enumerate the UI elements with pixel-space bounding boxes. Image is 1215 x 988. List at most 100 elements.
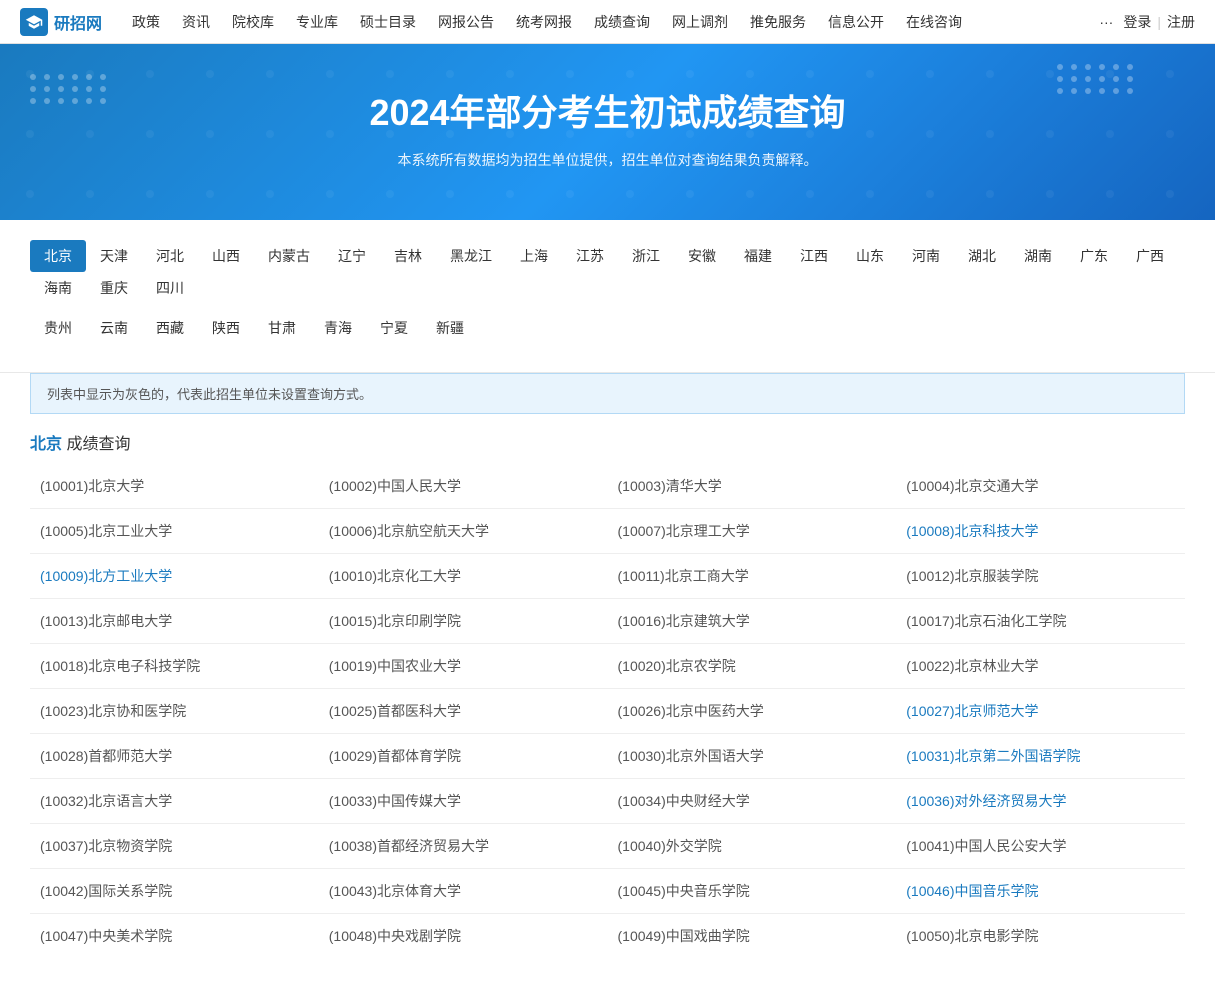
region-tab-河南[interactable]: 河南 (898, 240, 954, 272)
region-tab-江苏[interactable]: 江苏 (562, 240, 618, 272)
uni-cell-10049: (10049)中国戏曲学院 (608, 914, 897, 959)
region-tab-甘肃[interactable]: 甘肃 (254, 312, 310, 344)
table-row: (10001)北京大学(10002)中国人民大学(10003)清华大学(1000… (30, 464, 1185, 509)
nav-item-online-transfer[interactable]: 网上调剂 (662, 0, 738, 44)
region-tab-宁夏[interactable]: 宁夏 (366, 312, 422, 344)
region-row-1: 北京天津河北山西内蒙古辽宁吉林黑龙江上海江苏浙江安徽福建江西山东河南湖北湖南广东… (30, 240, 1185, 304)
region-tab-湖北[interactable]: 湖北 (954, 240, 1010, 272)
uni-cell-10027[interactable]: (10027)北京师范大学 (896, 689, 1185, 734)
region-tab-海南[interactable]: 海南 (30, 272, 86, 304)
uni-cell-10043: (10043)北京体育大学 (319, 869, 608, 914)
nav-item-news[interactable]: 资讯 (172, 0, 220, 44)
logo-text: 研招网 (54, 10, 102, 34)
uni-cell-10022: (10022)北京林业大学 (896, 644, 1185, 689)
navbar: 研招网 政策资讯院校库专业库硕士目录网报公告统考网报成绩查询网上调剂推免服务信息… (0, 0, 1215, 44)
region-tab-上海[interactable]: 上海 (506, 240, 562, 272)
nav-item-master-catalog[interactable]: 硕士目录 (350, 0, 426, 44)
section-title-suffix: 成绩查询 (66, 436, 130, 453)
region-tab-四川[interactable]: 四川 (142, 272, 198, 304)
login-link[interactable]: 登录 (1123, 12, 1151, 32)
auth-separator: | (1157, 14, 1161, 30)
uni-cell-10047: (10047)中央美术学院 (30, 914, 319, 959)
uni-cell-10026: (10026)北京中医药大学 (608, 689, 897, 734)
region-tab-安徽[interactable]: 安徽 (674, 240, 730, 272)
hero-banner: 2024年部分考生初试成绩查询 本系统所有数据均为招生单位提供，招生单位对查询结… (0, 44, 1215, 220)
region-tab-吉林[interactable]: 吉林 (380, 240, 436, 272)
uni-cell-10010: (10010)北京化工大学 (319, 554, 608, 599)
region-tab-天津[interactable]: 天津 (86, 240, 142, 272)
region-tab-新疆[interactable]: 新疆 (422, 312, 478, 344)
region-tab-浙江[interactable]: 浙江 (618, 240, 674, 272)
uni-cell-10005: (10005)北京工业大学 (30, 509, 319, 554)
region-tab-西藏[interactable]: 西藏 (142, 312, 198, 344)
region-tab-福建[interactable]: 福建 (730, 240, 786, 272)
nav-item-exemption[interactable]: 推免服务 (740, 0, 816, 44)
region-tab-山西[interactable]: 山西 (198, 240, 254, 272)
uni-link-10008[interactable]: (10008)北京科技大学 (906, 523, 1038, 539)
uni-cell-10009[interactable]: (10009)北方工业大学 (30, 554, 319, 599)
uni-cell-10003: (10003)清华大学 (608, 464, 897, 509)
nav-item-score-query[interactable]: 成绩查询 (584, 0, 660, 44)
region-tab-内蒙古[interactable]: 内蒙古 (254, 240, 324, 272)
table-row: (10023)北京协和医学院(10025)首都医科大学(10026)北京中医药大… (30, 689, 1185, 734)
region-tab-广西[interactable]: 广西 (1122, 240, 1178, 272)
uni-cell-10029: (10029)首都体育学院 (319, 734, 608, 779)
uni-cell-10036[interactable]: (10036)对外经济贸易大学 (896, 779, 1185, 824)
uni-cell-10008[interactable]: (10008)北京科技大学 (896, 509, 1185, 554)
table-row: (10042)国际关系学院(10043)北京体育大学(10045)中央音乐学院(… (30, 869, 1185, 914)
region-tab-陕西[interactable]: 陕西 (198, 312, 254, 344)
nav-item-unified-exam[interactable]: 统考网报 (506, 0, 582, 44)
uni-cell-10030: (10030)北京外国语大学 (608, 734, 897, 779)
region-tab-辽宁[interactable]: 辽宁 (324, 240, 380, 272)
nav-item-online-consult[interactable]: 在线咨询 (896, 0, 972, 44)
nav-item-info-open[interactable]: 信息公开 (818, 0, 894, 44)
region-tab-青海[interactable]: 青海 (310, 312, 366, 344)
nav-more[interactable]: ··· (1089, 0, 1123, 44)
uni-cell-10007: (10007)北京理工大学 (608, 509, 897, 554)
uni-link-10031[interactable]: (10031)北京第二外国语学院 (906, 748, 1080, 764)
hero-subtitle: 本系统所有数据均为招生单位提供，招生单位对查询结果负责解释。 (20, 150, 1195, 170)
uni-cell-10011: (10011)北京工商大学 (608, 554, 897, 599)
nav-item-online-notice[interactable]: 网报公告 (428, 0, 504, 44)
table-row: (10032)北京语言大学(10033)中国传媒大学(10034)中央财经大学(… (30, 779, 1185, 824)
site-logo[interactable]: 研招网 (20, 8, 102, 36)
section-region: 北京 (30, 436, 62, 453)
region-tab-重庆[interactable]: 重庆 (86, 272, 142, 304)
register-link[interactable]: 注册 (1167, 12, 1195, 32)
region-tab-山东[interactable]: 山东 (842, 240, 898, 272)
uni-cell-10046[interactable]: (10046)中国音乐学院 (896, 869, 1185, 914)
uni-cell-10032: (10032)北京语言大学 (30, 779, 319, 824)
uni-cell-10042: (10042)国际关系学院 (30, 869, 319, 914)
uni-link-10036[interactable]: (10036)对外经济贸易大学 (906, 793, 1066, 809)
info-box: 列表中显示为灰色的，代表此招生单位未设置查询方式。 (30, 373, 1185, 414)
uni-cell-10012: (10012)北京服装学院 (896, 554, 1185, 599)
uni-link-10009[interactable]: (10009)北方工业大学 (40, 568, 172, 584)
region-tab-江西[interactable]: 江西 (786, 240, 842, 272)
nav-item-school-db[interactable]: 院校库 (222, 0, 284, 44)
uni-cell-10023: (10023)北京协和医学院 (30, 689, 319, 734)
region-tab-广东[interactable]: 广东 (1066, 240, 1122, 272)
region-tab-黑龙江[interactable]: 黑龙江 (436, 240, 506, 272)
region-tab-云南[interactable]: 云南 (86, 312, 142, 344)
section-title: 北京 成绩查询 (30, 414, 1185, 464)
region-tab-湖南[interactable]: 湖南 (1010, 240, 1066, 272)
uni-cell-10028: (10028)首都师范大学 (30, 734, 319, 779)
uni-cell-10048: (10048)中央戏剧学院 (319, 914, 608, 959)
uni-cell-10002: (10002)中国人民大学 (319, 464, 608, 509)
university-table: (10001)北京大学(10002)中国人民大学(10003)清华大学(1000… (30, 464, 1185, 958)
uni-link-10046[interactable]: (10046)中国音乐学院 (906, 883, 1038, 899)
uni-cell-10031[interactable]: (10031)北京第二外国语学院 (896, 734, 1185, 779)
region-tab-北京[interactable]: 北京 (30, 240, 86, 272)
region-tab-河北[interactable]: 河北 (142, 240, 198, 272)
uni-cell-10025: (10025)首都医科大学 (319, 689, 608, 734)
nav-item-major-db[interactable]: 专业库 (286, 0, 348, 44)
region-tab-贵州[interactable]: 贵州 (30, 312, 86, 344)
table-row: (10047)中央美术学院(10048)中央戏剧学院(10049)中国戏曲学院(… (30, 914, 1185, 959)
uni-link-10027[interactable]: (10027)北京师范大学 (906, 703, 1038, 719)
nav-items: 政策资讯院校库专业库硕士目录网报公告统考网报成绩查询网上调剂推免服务信息公开在线… (122, 0, 1089, 44)
uni-cell-10041: (10041)中国人民公安大学 (896, 824, 1185, 869)
nav-item-policy[interactable]: 政策 (122, 0, 170, 44)
nav-auth: 登录 | 注册 (1123, 12, 1195, 32)
uni-cell-10034: (10034)中央财经大学 (608, 779, 897, 824)
uni-cell-10020: (10020)北京农学院 (608, 644, 897, 689)
